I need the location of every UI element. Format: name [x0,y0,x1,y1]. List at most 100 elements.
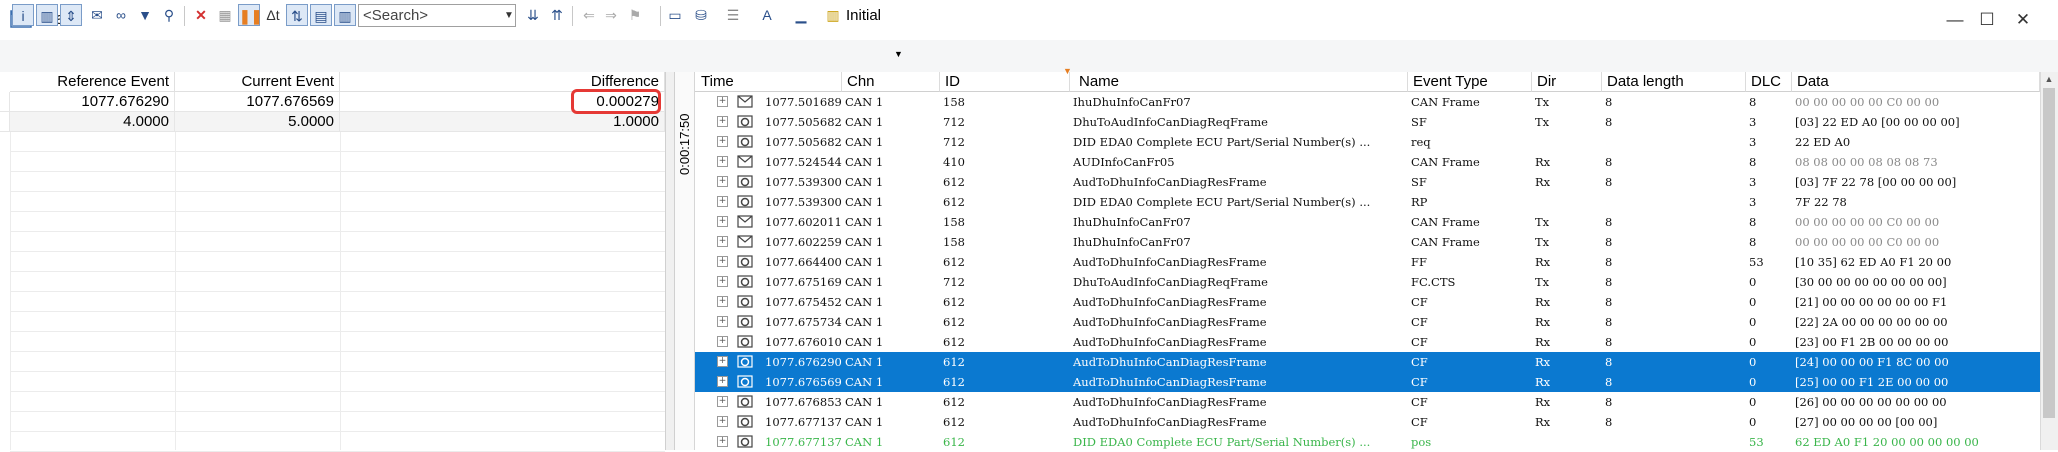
data-column-header[interactable]: Data [1792,72,2040,92]
expand-icon[interactable]: + [717,216,728,227]
dlc-column-header[interactable]: DLC [1746,72,1792,92]
event-type-column-header[interactable]: Event Type [1408,72,1532,92]
scroll-up-icon[interactable]: ▲ [2040,72,2058,86]
expand-icon[interactable]: + [717,436,728,447]
expand-icon[interactable]: + [717,236,728,247]
scrollbar-thumb[interactable] [2043,88,2055,418]
columns-icon[interactable]: ▥ [334,4,356,26]
pause-icon[interactable]: ❚❚ [238,4,262,26]
expand-icon[interactable]: + [717,116,728,127]
trace-row[interactable]: +1077.664400 CAN 1 612 AudToDhuInfoCanDiagR… [695,252,2040,272]
chevron-down-icon[interactable]: ▼ [502,4,516,27]
data-length-cell [1605,432,1749,452]
color-icon[interactable]: ▁ [790,4,812,26]
trace-row[interactable]: +1077.676853 CAN 1 612 AudToDhuInfoCanDiagR… [695,392,2040,412]
event-type-cell: CAN Frame [1411,235,1480,249]
filter-mail-icon[interactable]: ✉ [86,4,108,26]
close-button[interactable]: ✕ [2008,6,2038,34]
binoculars-icon[interactable]: ⚲ [158,4,180,26]
expand-icon[interactable]: + [717,336,728,347]
id-cell: 410 [943,155,965,169]
trace-row[interactable]: +1077.677137 CAN 1 612 AudToDhuInfoCanDiagR… [695,412,2040,432]
channel-column-header[interactable]: Chn [842,72,940,92]
id-cell: 612 [943,355,965,369]
time-column-header[interactable]: Time [695,72,842,92]
trace-row[interactable]: +1077.602011 CAN 1 158 IhuDhuInfoCanFr07 CAN… [695,212,2040,232]
expand-icon[interactable]: + [717,136,728,147]
format-icon[interactable]: ☰ [722,4,744,26]
trace-row[interactable]: +1077.602259 CAN 1 158 IhuDhuInfoCanFr07 CAN… [695,232,2040,252]
search-input[interactable]: <Search> [358,4,516,27]
glasses-icon[interactable]: ∞ [110,4,132,26]
font-icon[interactable]: A [756,4,778,26]
layout-icon[interactable]: ⇅ [286,4,308,26]
trace-row[interactable]: +1077.539300 CAN 1 612 AudToDhuInfoCanDiagR… [695,172,2040,192]
trace-row[interactable]: +1077.505682 CAN 1 712 DhuToAudInfoCanDiagR… [695,112,2040,132]
data-cell: [23] 00 F1 2B 00 00 00 00 [1795,335,1949,349]
search-down-icon[interactable]: ⇊ [522,4,544,26]
expand-icon[interactable]: + [717,316,728,327]
minimize-button[interactable]: — [1940,6,1970,34]
row-controls: + [695,252,767,272]
diagnostic-icon [737,175,753,188]
pane-splitter[interactable] [665,72,675,450]
event-type-cell: CF [1411,335,1428,349]
expand-icon[interactable]: + [717,356,728,367]
clear-icon[interactable]: ▦ [214,4,236,26]
expand-icon[interactable]: + [717,376,728,387]
expand-icon[interactable]: + [717,176,728,187]
nav-back-icon[interactable]: ⇐ [578,4,600,26]
trace-row[interactable]: +1077.675734 CAN 1 612 AudToDhuInfoCanDiagR… [695,312,2040,332]
trace-row[interactable]: +1077.676010 CAN 1 612 AudToDhuInfoCanDiagR… [695,332,2040,352]
maximize-button[interactable]: ☐ [1972,6,2002,34]
expand-icon[interactable]: + [717,256,728,267]
trace-row[interactable]: +1077.501689 CAN 1 158 IhuDhuInfoCanFr07 CAN… [695,92,2040,112]
chevron-down-icon[interactable]: ▼ [894,49,903,59]
diagnostic-icon [737,135,753,148]
toolbar-separator [572,6,573,26]
layout2-icon[interactable]: ▤ [310,4,332,26]
row-controls: + [695,332,767,352]
trace-row[interactable]: +1077.675452 CAN 1 612 AudToDhuInfoCanDiagR… [695,292,2040,312]
trace-row[interactable]: +1077.539300 CAN 1 612 DID EDA0 Complete EC… [695,192,2040,212]
trace-row[interactable]: +1077.677137 CAN 1 612 DID EDA0 Complete EC… [695,432,2040,452]
data-length-cell: 8 [1605,95,1613,109]
chart-icon[interactable]: ▥ [36,4,58,26]
reference-event-header[interactable]: Reference Event [10,72,175,92]
trace-row[interactable]: +1077.676290 CAN 1 612 AudToDhuInfoCanDiagR… [695,352,2040,372]
dir-column-header[interactable]: Dir [1532,72,1602,92]
nav-forward-icon[interactable]: ⇒ [600,4,622,26]
expand-icon[interactable]: + [717,196,728,207]
id-column-header[interactable]: ID [940,72,1070,92]
database-icon[interactable]: ⛁ [690,4,712,26]
info-icon[interactable]: i [12,4,34,26]
expand-icon[interactable]: + [717,276,728,287]
filter-funnel-icon[interactable]: ▼ [134,4,156,26]
name-cell: DhuToAudInfoCanDiagReqFrame [1073,275,1268,289]
expand-icon[interactable]: + [717,416,728,427]
expand-icon[interactable]: + [717,156,728,167]
marker-icon[interactable]: ⚑ [624,4,646,26]
trace-row[interactable]: +1077.524544 CAN 1 410 AUDInfoCanFr05 CAN Fr… [695,152,2040,172]
trace-row[interactable]: +1077.505682 CAN 1 712 DID EDA0 Complete EC… [695,132,2040,152]
expand-icon[interactable]: + [717,96,728,107]
search-up-icon[interactable]: ⇈ [546,4,568,26]
trace-row[interactable]: +1077.676569 CAN 1 612 AudToDhuInfoCanDiagR… [695,372,2040,392]
current-event-header[interactable]: Current Event [175,72,340,92]
trace-row[interactable]: +1077.675169 CAN 1 712 DhuToAudInfoCanDiagR… [695,272,2040,292]
columns-filter-icon[interactable]: ▥ [822,4,844,26]
row-header [0,92,10,112]
expand-icon[interactable]: + [717,296,728,307]
empty-row [10,232,665,252]
toolbar [0,40,2058,73]
delete-icon[interactable]: ✕ [190,4,212,26]
data-length-column-header[interactable]: Data length [1602,72,1746,92]
name-column-header[interactable]: Name [1070,72,1408,92]
dlc-cell: 0 [1749,375,1757,389]
filter-preset-dropdown[interactable]: Initial [846,7,881,24]
delta-time-icon[interactable]: Δt [262,4,284,26]
folder-icon[interactable]: ▭ [664,4,686,26]
scroll-icon[interactable]: ⇕ [60,4,82,26]
expand-icon[interactable]: + [717,396,728,407]
id-cell: 612 [943,395,965,409]
